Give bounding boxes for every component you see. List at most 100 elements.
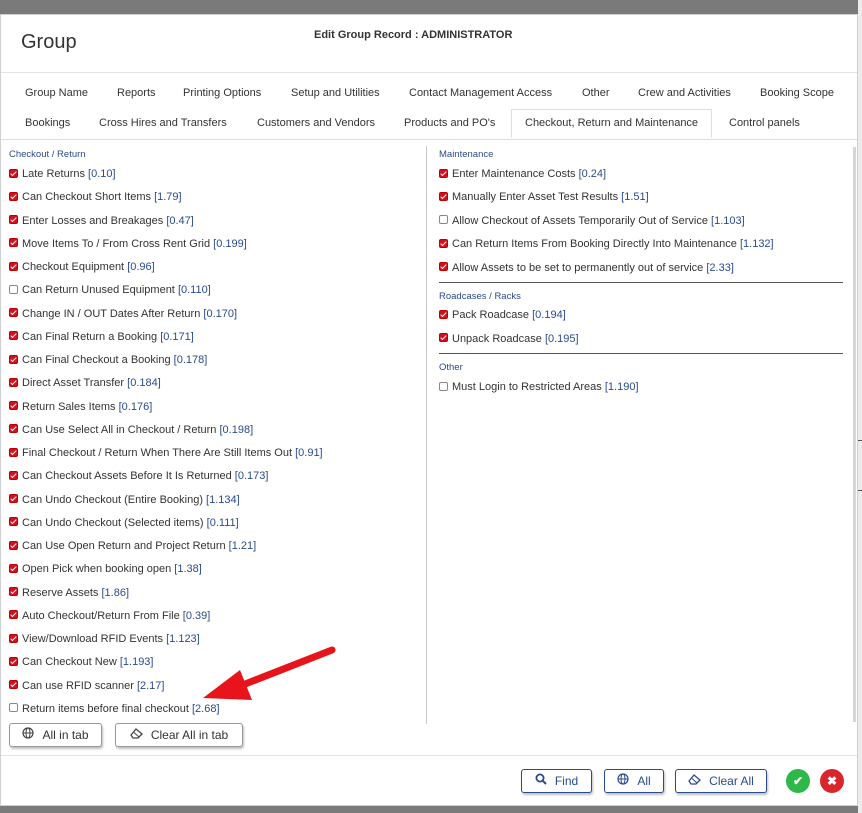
permission-reserve-assets[interactable]: Reserve Assets [1.86] [9,585,129,601]
permission-code: [0.171] [160,330,194,343]
column-divider [426,146,427,724]
permission-can-undo-checkout-selected-items[interactable]: Can Undo Checkout (Selected items) [0.11… [9,515,239,531]
tab-group-name[interactable]: Group Name [25,87,88,99]
checkbox[interactable] [9,540,18,550]
checkbox[interactable] [9,238,18,248]
checkbox[interactable] [9,447,18,457]
clear-all-button[interactable]: Clear All [675,769,767,793]
checkbox[interactable] [9,331,18,341]
clear-all-in-tab-button[interactable]: Clear All in tab [115,723,243,747]
permission-code: [0.111] [206,516,239,529]
permission-direct-asset-transfer[interactable]: Direct Asset Transfer [0.184] [9,375,161,391]
tab-crew-and-activities[interactable]: Crew and Activities [638,87,731,99]
tab-reports[interactable]: Reports [117,87,156,99]
permission-code: [0.96] [127,261,155,273]
checkbox[interactable] [9,191,18,201]
find-label: Find [554,774,579,788]
checkbox[interactable] [439,238,448,248]
checkbox[interactable] [9,587,18,597]
tab-setup-and-utilities[interactable]: Setup and Utilities [291,87,380,99]
checkbox[interactable] [9,261,18,271]
checkbox[interactable] [9,563,18,573]
checkbox[interactable] [439,262,448,272]
checkbox[interactable] [9,633,18,643]
permission-enter-maintenance-costs[interactable]: Enter Maintenance Costs [0.24] [439,166,606,182]
permission-code: [0.184] [127,377,161,390]
clear-all-in-tab-label: Clear All in tab [150,728,229,742]
checkbox[interactable] [9,354,18,364]
checkbox[interactable] [9,517,18,527]
permission-can-undo-checkout-entire-booking[interactable]: Can Undo Checkout (Entire Booking) [1.13… [9,492,240,508]
tab-checkout-return-and-maintenance[interactable]: Checkout, Return and Maintenance [511,109,713,138]
permission-label: Can Checkout Short Items [22,191,152,204]
tab-control-panels[interactable]: Control panels [729,117,800,129]
checkbox[interactable] [9,494,18,504]
permission-can-final-checkout-a-booking[interactable]: Can Final Checkout a Booking [0.178] [9,352,207,368]
checkbox[interactable] [439,309,448,319]
permission-must-login-to-restricted-areas[interactable]: Must Login to Restricted Areas [1.190] [439,379,639,395]
permission-move-items-to-from-cross-rent-grid[interactable]: Move Items To / From Cross Rent Grid [0.… [9,236,247,252]
permission-can-return-unused-equipment[interactable]: Can Return Unused Equipment [0.110] [9,282,211,298]
permission-manually-enter-asset-test-results[interactable]: Manually Enter Asset Test Results [1.51] [439,189,649,205]
permission-change-in-out-dates-after-return[interactable]: Change IN / OUT Dates After Return [0.17… [9,306,237,322]
permission-pack-roadcase[interactable]: Pack Roadcase [0.194] [439,307,566,323]
permission-return-items-before-final-checkout[interactable]: Return items before final checkout [2.68… [9,701,220,717]
permission-can-checkout-new[interactable]: Can Checkout New [1.193] [9,654,153,670]
permission-code: [0.10] [88,168,116,180]
globe-icon [617,770,629,792]
permission-can-use-rfid-scanner[interactable]: Can use RFID scanner [2.17] [9,678,164,694]
permission-allow-assets-to-be-set-to-permanently-out-of-service[interactable]: Allow Assets to be set to permanently ou… [439,260,734,276]
checkbox[interactable] [9,168,18,178]
tab-bookings[interactable]: Bookings [25,117,70,129]
tab-customers-and-vendors[interactable]: Customers and Vendors [257,117,375,129]
permission-can-use-select-all-in-checkout-return[interactable]: Can Use Select All in Checkout / Return … [9,422,253,438]
checkbox[interactable] [9,680,18,690]
permission-return-sales-items[interactable]: Return Sales Items [0.176] [9,399,152,415]
checkbox[interactable] [9,470,18,480]
permission-enter-losses-and-breakages[interactable]: Enter Losses and Breakages [0.47] [9,213,194,229]
checkbox[interactable] [9,703,18,713]
permission-auto-checkout-return-from-file[interactable]: Auto Checkout/Return From File [0.39] [9,608,210,624]
permission-can-checkout-short-items[interactable]: Can Checkout Short Items [1.79] [9,189,182,205]
checkbox[interactable] [9,215,18,225]
permission-can-final-return-a-booking[interactable]: Can Final Return a Booking [0.171] [9,329,194,345]
permission-label: Move Items To / From Cross Rent Grid [22,237,211,250]
checkbox[interactable] [439,381,448,391]
permission-final-checkout-return-when-there-are-still-items-out[interactable]: Final Checkout / Return When There Are S… [9,445,323,461]
checkbox[interactable] [9,377,18,387]
checkbox[interactable] [439,333,448,343]
app-title: Group [21,31,77,53]
permission-unpack-roadcase[interactable]: Unpack Roadcase [0.195] [439,331,579,347]
permission-open-pick-when-booking-open[interactable]: Open Pick when booking open [1.38] [9,561,202,577]
permission-late-returns[interactable]: Late Returns [0.10] [9,166,116,182]
tab-booking-scope[interactable]: Booking Scope [760,87,834,99]
all-in-tab-button[interactable]: All in tab [9,723,102,747]
panel-scrollbar[interactable] [853,147,856,722]
checkbox[interactable] [9,424,18,434]
find-button[interactable]: Find [521,769,592,793]
tab-other[interactable]: Other [582,87,610,99]
permission-can-use-open-return-and-project-return[interactable]: Can Use Open Return and Project Return [… [9,538,256,554]
cancel-button[interactable]: ✖ [820,769,844,793]
checkbox[interactable] [439,168,448,178]
permission-label: Can Return Unused Equipment [22,284,175,297]
tab-products-and-pos[interactable]: Products and PO's [404,117,495,129]
tab-printing-options[interactable]: Printing Options [183,87,261,99]
tab-contact-management-access[interactable]: Contact Management Access [409,87,552,99]
permission-can-checkout-assets-before-it-is-returned[interactable]: Can Checkout Assets Before It Is Returne… [9,468,268,484]
checkbox[interactable] [9,284,18,294]
permission-checkout-equipment[interactable]: Checkout Equipment [0.96] [9,259,155,275]
all-button[interactable]: All [604,769,664,793]
checkbox[interactable] [9,401,18,411]
tab-cross-hires-and-transfers[interactable]: Cross Hires and Transfers [99,117,227,129]
checkbox[interactable] [9,610,18,620]
checkbox[interactable] [9,308,18,318]
checkbox[interactable] [439,215,448,225]
checkbox[interactable] [9,656,18,666]
permission-allow-checkout-of-assets-temporarily-out-of-service[interactable]: Allow Checkout of Assets Temporarily Out… [439,213,745,229]
checkbox[interactable] [439,191,448,201]
permission-code: [1.193] [119,656,154,669]
permission-view-download-rfid-events[interactable]: View/Download RFID Events [1.123] [9,631,200,647]
permission-can-return-items-from-booking-directly-into-maintenance[interactable]: Can Return Items From Booking Directly I… [439,236,774,252]
ok-button[interactable]: ✔ [786,769,810,793]
